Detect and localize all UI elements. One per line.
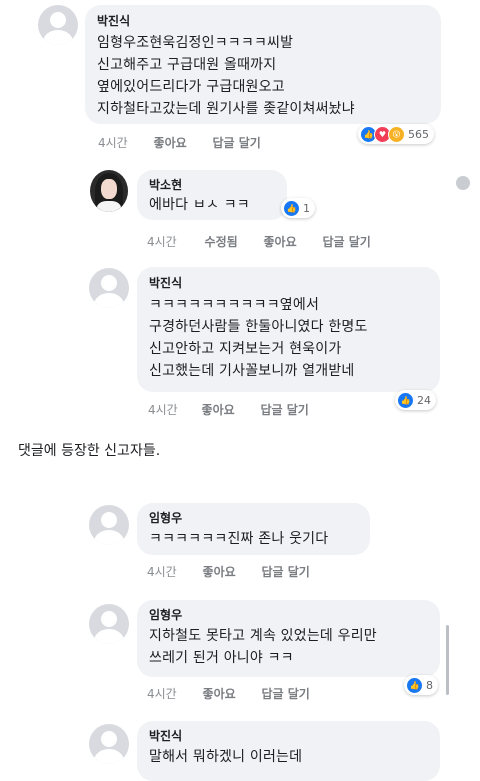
- avatar[interactable]: [90, 170, 128, 212]
- menu-dot-icon[interactable]: [456, 176, 470, 190]
- reaction-count: 1: [303, 201, 310, 215]
- wow-icon: 😮: [388, 125, 405, 143]
- reply-link[interactable]: 답글 달기: [262, 685, 310, 702]
- like-icon: 👍: [406, 676, 423, 694]
- comment-author[interactable]: 임형우: [149, 607, 428, 623]
- edited-label: 수정됨: [204, 235, 238, 249]
- like-link[interactable]: 좋아요: [203, 563, 236, 580]
- like-link[interactable]: 좋아요: [202, 401, 235, 418]
- comment-text: 말해서 뭐하겠니 이러는데: [149, 749, 303, 765]
- avatar[interactable]: [89, 724, 129, 764]
- like-icon: 👍: [397, 391, 414, 409]
- comment-time[interactable]: 4시간: [147, 685, 177, 702]
- reaction-count: 8: [426, 678, 433, 692]
- comment-actions: 4시간 좋아요 답글 달기: [148, 401, 309, 418]
- comment-author[interactable]: 박소현: [149, 177, 275, 193]
- caption: 댓글에 등장한 신고자들.: [18, 443, 161, 459]
- avatar-head: [50, 12, 66, 29]
- like-link[interactable]: 좋아요: [154, 134, 187, 151]
- comment-text: 임형우조현욱김정인ㅋㅋㅋㅋ씨발 신고해주고 구급대원 올때까지 옆에있어드리다가…: [97, 35, 355, 117]
- avatar-body: [93, 628, 125, 644]
- comment-time[interactable]: 4시간: [98, 134, 128, 151]
- reaction-summary[interactable]: 👍 ♥ 😮 565: [358, 124, 434, 144]
- reply-link[interactable]: 답글 달기: [322, 233, 370, 250]
- comment-actions: 4시간 좋아요 답글 달기: [147, 563, 310, 580]
- reaction-count: 24: [417, 393, 431, 407]
- comment-time[interactable]: 4시간: [147, 563, 177, 580]
- comment-actions: 4시간 좋아요 답글 달기: [98, 134, 261, 151]
- comment-time[interactable]: 4시간: [147, 233, 177, 250]
- avatar-head: [101, 512, 117, 529]
- reply-link[interactable]: 답글 달기: [261, 401, 309, 418]
- comment-actions: 4시간 좋아요 답글 달기: [147, 685, 310, 702]
- reply-link[interactable]: 답글 달기: [262, 563, 310, 580]
- reaction-summary[interactable]: 👍 24: [395, 390, 436, 410]
- comment-bubble: 임형우 ㅋㅋㅋㅋㅋㅋ진짜 존나 웃기다: [137, 503, 370, 555]
- avatar-body: [42, 29, 74, 45]
- comment-bubble: 임형우 지하철도 못타고 계속 있었는데 우리만 쓰레기 된거 아니야 ㅋㅋ: [137, 600, 440, 677]
- avatar[interactable]: [38, 5, 78, 45]
- reaction-count: 565: [408, 127, 429, 141]
- comment-bubble: 박진식 말해서 뭐하겠니 이러는데: [137, 721, 440, 781]
- like-link[interactable]: 좋아요: [264, 233, 297, 250]
- reaction-summary[interactable]: 👍 1: [281, 198, 315, 218]
- avatar-body: [93, 748, 125, 764]
- avatar-body: [93, 292, 125, 308]
- avatar[interactable]: [89, 604, 129, 644]
- avatar-head: [101, 275, 117, 292]
- comment-actions: 4시간 수정됨 좋아요 답글 달기: [147, 233, 371, 250]
- comment-author[interactable]: 임형우: [149, 510, 358, 526]
- reply-link[interactable]: 답글 달기: [213, 134, 261, 151]
- avatar-head: [101, 731, 117, 748]
- avatar-body: [93, 529, 125, 545]
- comment-text: 에바다 ㅂㅅ ㅋㅋ: [149, 197, 250, 213]
- avatar-head: [101, 611, 117, 628]
- avatar[interactable]: [89, 505, 129, 545]
- avatar[interactable]: [89, 268, 129, 308]
- scrollbar[interactable]: [446, 625, 449, 695]
- avatar-face: [101, 179, 117, 200]
- comment-author[interactable]: 박진식: [149, 728, 428, 744]
- avatar-shirt: [96, 201, 122, 212]
- comment-text: ㅋㅋㅋㅋㅋㅋ진짜 존나 웃기다: [149, 531, 329, 547]
- comment-author[interactable]: 박진식: [97, 13, 429, 29]
- comment-time[interactable]: 4시간: [148, 401, 178, 418]
- comment-text: 지하철도 못타고 계속 있었는데 우리만 쓰레기 된거 아니야 ㅋㅋ: [149, 628, 377, 666]
- reaction-summary[interactable]: 👍 8: [404, 675, 438, 695]
- comment-text: ㅋㅋㅋㅋㅋㅋㅋㅋㅋㅋ옆에서 구경하던사람들 한둘아니였다 한명도 신고안하고 지…: [149, 297, 368, 379]
- comment-bubble: 박진식 ㅋㅋㅋㅋㅋㅋㅋㅋㅋㅋ옆에서 구경하던사람들 한둘아니였다 한명도 신고안…: [137, 267, 440, 392]
- comment-bubble: 박진식 임형우조현욱김정인ㅋㅋㅋㅋ씨발 신고해주고 구급대원 올때까지 옆에있어…: [85, 5, 441, 124]
- like-icon: 👍: [283, 199, 300, 217]
- comment-author[interactable]: 박진식: [149, 275, 428, 291]
- comment-bubble: 박소현 에바다 ㅂㅅ ㅋㅋ: [137, 170, 287, 220]
- like-link[interactable]: 좋아요: [203, 685, 236, 702]
